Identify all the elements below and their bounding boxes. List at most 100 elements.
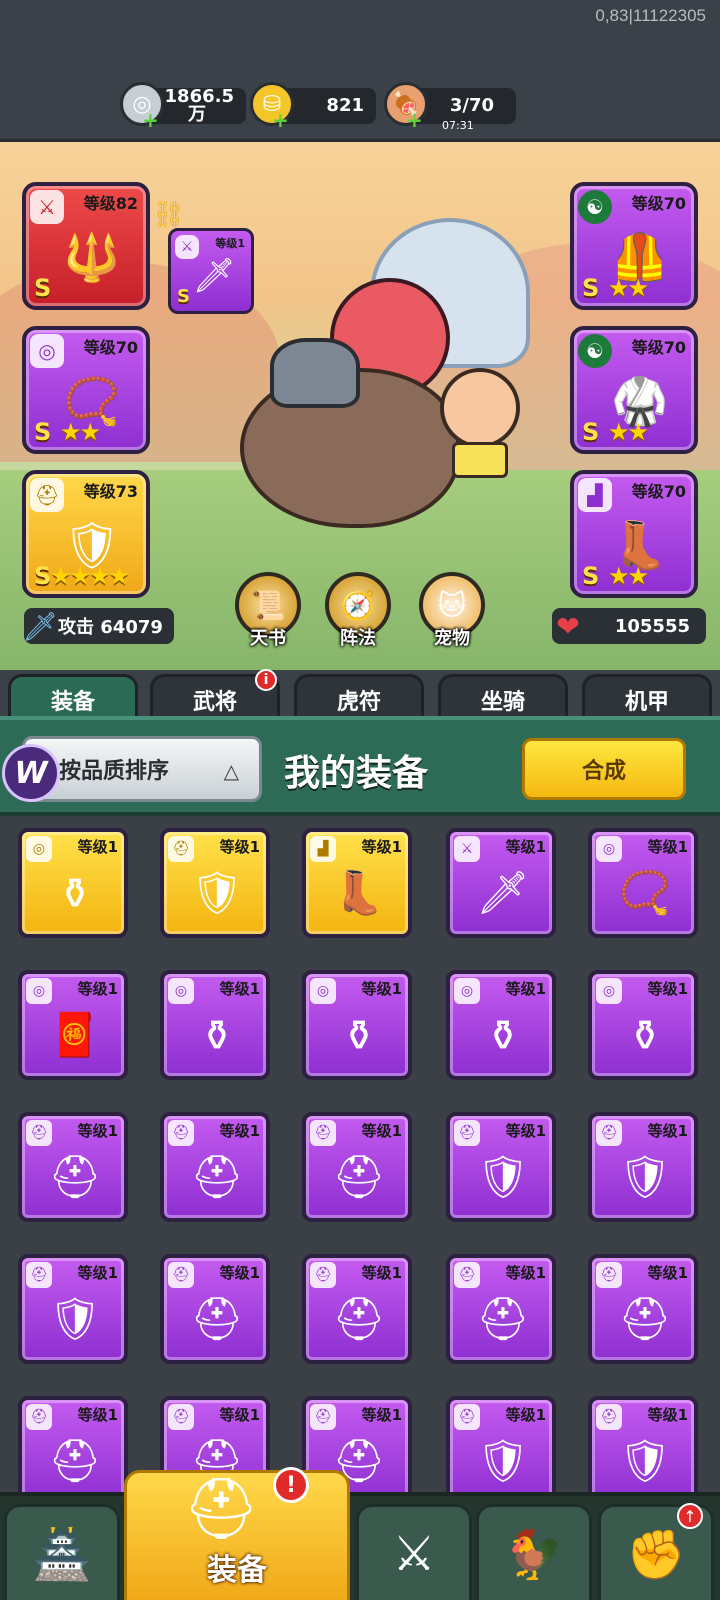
stamina-timer: 07:31 (442, 119, 474, 132)
star-rating: ★★ (608, 562, 649, 590)
inventory-item[interactable]: ⛑ 等级1 ⛑ (446, 1254, 556, 1364)
inventory-item[interactable]: ⛑ 等级1 ⛑ (160, 1112, 270, 1222)
stamina-resource[interactable]: 🍖 + 3/70 07:31 (384, 82, 516, 132)
inventory-item[interactable]: ⛑ 等级1 ⛑ (18, 1112, 128, 1222)
helmet-art-icon: 🛡 (618, 1436, 672, 1485)
item-level: 等级1 (361, 1406, 402, 1424)
inventory-item[interactable]: ▟ 等级1 👢 (302, 828, 412, 938)
helmet-type-icon: ⛑ (596, 1262, 622, 1288)
add-stamina-icon[interactable]: + (406, 108, 423, 132)
slot-level: 等级70 (631, 338, 686, 357)
helmet-art-icon: ⛑ (332, 1294, 386, 1343)
inventory-item[interactable]: ⛑ 等级1 ⛑ (588, 1254, 698, 1364)
necklace-type-icon: ◎ (30, 334, 64, 368)
nav-upgrade-button[interactable]: ✊ ↑ (598, 1503, 714, 1600)
sort-label: 按品质排序 (59, 759, 170, 784)
inventory-item[interactable]: ⛑ 等级1 🛡 (588, 1396, 698, 1496)
helmet-art-icon: ⛑ (48, 1436, 102, 1485)
item-level: 等级1 (77, 1406, 118, 1424)
skill-formation[interactable]: 🧭 阵法 (322, 572, 394, 650)
inventory-item[interactable]: ⛑ 等级1 ⛑ (302, 1112, 412, 1222)
helmet-type-icon: ⛑ (596, 1404, 622, 1430)
inventory-item[interactable]: ⛑ 等级1 🛡 (160, 828, 270, 938)
inventory-item[interactable]: ◎ 等级1 ⚱ (588, 970, 698, 1080)
nav-equipment-button[interactable]: ⛑ ! 装备 (124, 1467, 350, 1600)
top-bar: 0,83|11122305 ◎ + 1866.5 万 ⛁ + 821 🍖 + 3… (0, 0, 720, 142)
nav-heroes-button[interactable]: 🐓 (476, 1504, 592, 1600)
inventory-item[interactable]: ⛑ 等级1 ⛑ (18, 1396, 128, 1496)
bottom-navigation: 🏯 ⛑ ! 装备 ⚔ 🐓 ✊ ↑ (0, 1467, 720, 1600)
item-level: 等级1 (77, 980, 118, 998)
inventory-item[interactable]: ⛑ 等级1 🛡 (446, 1396, 556, 1496)
tab-label: 坐骑 (480, 689, 525, 715)
synthesize-button[interactable]: 合成 (522, 738, 686, 800)
inventory-item[interactable]: ⛑ 等级1 🛡 (588, 1112, 698, 1222)
alert-icon: i (255, 669, 277, 691)
tab-mount[interactable]: 坐骑 (438, 674, 568, 722)
skill-pet[interactable]: 🐱 宠物 (416, 572, 488, 650)
necklace-type-icon: ◎ (168, 978, 194, 1004)
inventory-item[interactable]: ◎ 等级1 ⚱ (446, 970, 556, 1080)
weapon-type-icon: ⚔ (30, 190, 64, 224)
inventory-item[interactable]: ◎ 等级1 🧧 (18, 970, 128, 1080)
item-level: 等级1 (505, 1264, 546, 1282)
helmet-type-icon: ⛑ (168, 1404, 194, 1430)
yin-yang-icon: ☯ (578, 190, 612, 224)
equip-slot-bracer[interactable]: ☯ 等级70 🥋 S ★★ (570, 326, 698, 454)
inventory-header: 按品质排序 △ W 我的装备 合成 (0, 716, 720, 816)
item-level: 等级1 (647, 980, 688, 998)
inventory-item[interactable]: ⛑ 等级1 🛡 (446, 1112, 556, 1222)
equip-slot-boots[interactable]: ▟ 等级70 👢 S ★★ (570, 470, 698, 598)
necklace-art-icon: ⚱ (485, 1010, 521, 1060)
inventory-item[interactable]: ⛑ 等级1 🛡 (18, 1254, 128, 1364)
tab-mecha[interactable]: 机甲 (582, 674, 712, 722)
hero-character[interactable] (230, 218, 550, 558)
item-level: 等级1 (647, 1122, 688, 1140)
inventory-item[interactable]: ◎ 等级1 ⚱ (18, 828, 128, 938)
tab-generals[interactable]: 武将 i (150, 669, 280, 722)
attack-stat: 🗡 攻击 64079 (22, 608, 174, 644)
equip-slot-armor[interactable]: ☯ 等级70 🦺 S ★★ (570, 182, 698, 310)
inventory-item[interactable]: ◎ 等级1 ⚱ (302, 970, 412, 1080)
nav-label: 装备 (207, 1553, 267, 1588)
helmet-art-icon: ⛑ (48, 1152, 102, 1201)
w-logo-icon[interactable]: W (2, 744, 60, 802)
equip-slot-necklace[interactable]: ◎ 等级70 📿 S ★★ (22, 326, 150, 454)
inventory-item[interactable]: ◎ 等级1 ⚱ (160, 970, 270, 1080)
item-level: 等级1 (219, 1264, 260, 1282)
tab-tiger-tally[interactable]: 虎符 (294, 674, 424, 722)
helmet-type-icon: ⛑ (26, 1404, 52, 1430)
slot-grade: S (177, 286, 190, 307)
inventory-item[interactable]: ⛑ 等级1 ⛑ (160, 1254, 270, 1364)
item-level: 等级1 (361, 980, 402, 998)
inventory-item[interactable]: ⚔ 等级1 🗡 (446, 828, 556, 938)
necklace-type-icon: ◎ (596, 836, 622, 862)
helmet-art-icon: 🛡 (48, 1294, 102, 1343)
alert-icon: ! (273, 1467, 309, 1503)
helmet-type-icon: ⛑ (26, 1120, 52, 1146)
nav-city-button[interactable]: 🏯 (4, 1504, 120, 1600)
helmet-art-icon: ⛑ (190, 1152, 244, 1201)
helmet-type-icon: ⛑ (310, 1120, 336, 1146)
necklace-art-icon: ⚱ (199, 1010, 235, 1060)
helmet-type-icon: ⛑ (30, 478, 64, 512)
tab-equipment[interactable]: 装备 (8, 674, 138, 722)
item-level: 等级1 (647, 1406, 688, 1424)
weapon-art-icon: 🔱 (63, 229, 121, 284)
necklace-type-icon: ◎ (596, 978, 622, 1004)
tab-label: 虎符 (336, 689, 381, 715)
equip-slot-weapon[interactable]: ⚔ 等级82 🔱 S (22, 182, 150, 310)
add-silver-icon[interactable]: + (142, 108, 159, 132)
inventory-item[interactable]: ⛑ 等级1 ⛑ (302, 1254, 412, 1364)
add-gold-icon[interactable]: + (272, 108, 289, 132)
equip-slot-helmet[interactable]: ⛑ 等级73 🛡 S ★★★★ (22, 470, 150, 598)
boy-body (452, 442, 508, 478)
skill-tianshu[interactable]: 📜 天书 (232, 572, 304, 650)
nav-battle-button[interactable]: ⚔ (356, 1504, 472, 1600)
helmet-type-icon: ⛑ (454, 1404, 480, 1430)
yin-yang-icon: ☯ (578, 334, 612, 368)
slot-level: 等级70 (83, 338, 138, 357)
inventory-item[interactable]: ◎ 等级1 📿 (588, 828, 698, 938)
gold-resource[interactable]: ⛁ + 821 (250, 82, 376, 132)
silver-resource[interactable]: ◎ + 1866.5 万 (120, 82, 246, 132)
